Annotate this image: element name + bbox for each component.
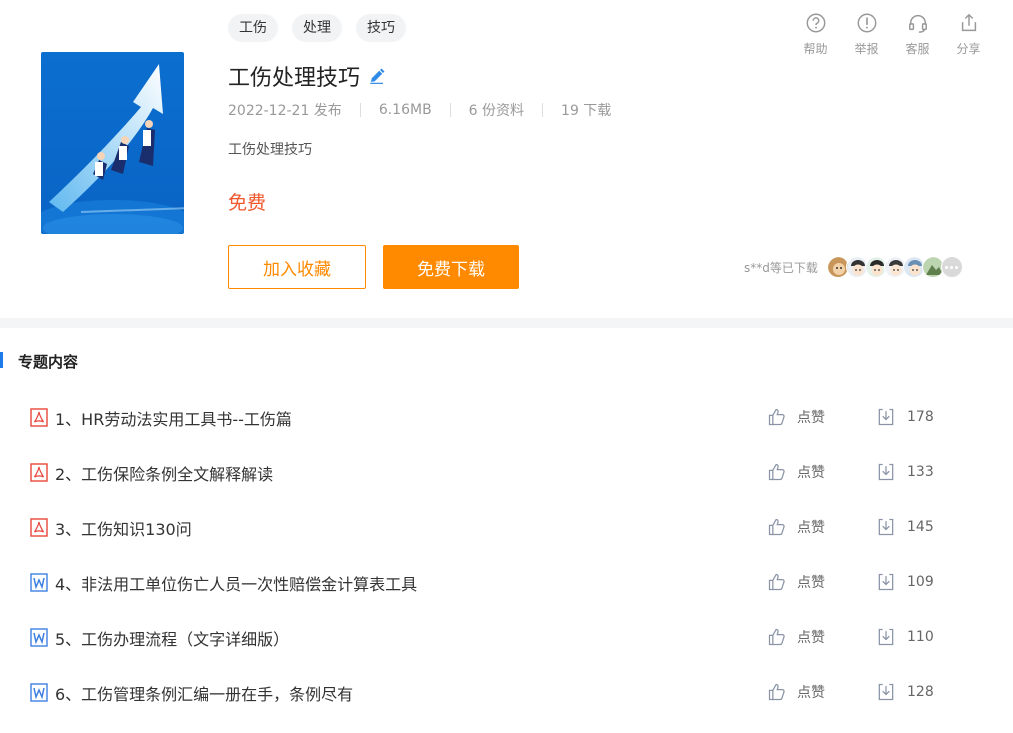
report-icon xyxy=(857,13,876,33)
section-accent-bar xyxy=(0,352,3,368)
like-label: 点赞 xyxy=(797,520,825,536)
tag-item[interactable]: 技巧 xyxy=(356,14,406,42)
share-button[interactable]: 分享 xyxy=(943,12,994,57)
pdf-file-icon xyxy=(30,463,48,482)
item-download-count: 109 xyxy=(907,574,934,590)
report-label: 举报 xyxy=(854,42,879,56)
price-label: 免费 xyxy=(228,192,267,214)
like-label: 点赞 xyxy=(797,685,825,701)
page-title-row: 工伤处理技巧 xyxy=(228,60,386,92)
download-icon xyxy=(878,463,894,481)
headset-icon xyxy=(908,15,927,33)
resource-meta: 2022-12-21 发布 6.16MB 6 份资料 19 下载 xyxy=(228,100,611,120)
download-item-button[interactable]: 145 xyxy=(876,517,934,537)
item-download-count: 178 xyxy=(907,409,934,425)
avatar-list xyxy=(826,256,963,278)
item-download-count: 145 xyxy=(907,519,934,535)
share-icon xyxy=(961,13,976,32)
thumbs-up-icon xyxy=(768,408,785,426)
pdf-file-icon xyxy=(30,408,48,427)
download-item-button[interactable]: 133 xyxy=(876,462,934,482)
word-file-icon xyxy=(30,628,48,647)
resource-header: 工伤 处理 技巧 工伤处理技巧 2022-12-21 发布 6.16MB 6 份… xyxy=(0,0,1013,318)
topic-content-list: 1、HR劳动法实用工具书--工伤篇 点赞 178 2、工伤保险条例全文解释解读 xyxy=(0,390,1013,720)
list-item[interactable]: 2、工伤保险条例全文解释解读 点赞 133 xyxy=(0,445,1013,500)
meta-divider xyxy=(542,103,544,117)
download-icon xyxy=(878,628,894,646)
download-item-button[interactable]: 128 xyxy=(876,682,934,702)
like-label: 点赞 xyxy=(797,630,825,646)
list-item[interactable]: 6、工伤管理条例汇编一册在手，条例尽有 点赞 128 xyxy=(0,665,1013,720)
item-name[interactable]: 6、工伤管理条例汇编一册在手，条例尽有 xyxy=(55,681,353,705)
report-button[interactable]: 举报 xyxy=(841,12,892,57)
like-label: 点赞 xyxy=(797,410,825,426)
help-label: 帮助 xyxy=(803,42,828,56)
customer-service-button[interactable]: 客服 xyxy=(892,12,943,57)
item-download-count: 128 xyxy=(907,684,934,700)
free-download-button[interactable]: 免费下载 xyxy=(383,245,519,289)
more-avatars-icon[interactable] xyxy=(940,256,963,278)
download-icon xyxy=(878,408,894,426)
item-name[interactable]: 3、工伤知识130问 xyxy=(55,516,192,540)
recent-downloaders: s**d等已下载 xyxy=(744,256,963,278)
like-button[interactable]: 点赞 xyxy=(767,627,825,647)
download-icon xyxy=(878,683,894,701)
tag-item[interactable]: 工伤 xyxy=(228,14,278,42)
download-item-button[interactable]: 178 xyxy=(876,407,934,427)
download-icon xyxy=(878,573,894,591)
help-button[interactable]: 帮助 xyxy=(790,12,841,57)
downloaded-by-text: s**d等已下载 xyxy=(744,260,818,275)
resource-description: 工伤处理技巧 xyxy=(228,142,312,158)
section-divider xyxy=(0,318,1013,328)
item-download-count: 110 xyxy=(907,629,934,645)
like-button[interactable]: 点赞 xyxy=(767,407,825,427)
item-name[interactable]: 5、工伤办理流程（文字详细版） xyxy=(55,626,289,650)
item-name[interactable]: 4、非法用工单位伤亡人员一次性赔偿金计算表工具 xyxy=(55,571,417,595)
thumbs-up-icon xyxy=(768,518,785,536)
word-file-icon xyxy=(30,573,48,592)
publish-date: 2022-12-21 发布 xyxy=(228,103,342,119)
thumbs-up-icon xyxy=(768,573,785,591)
thumbs-up-icon xyxy=(768,463,785,481)
item-download-count: 133 xyxy=(907,464,934,480)
edit-pencil-icon[interactable] xyxy=(368,67,386,85)
file-size: 6.16MB xyxy=(378,102,432,118)
like-button[interactable]: 点赞 xyxy=(767,682,825,702)
word-file-icon xyxy=(30,683,48,702)
list-item[interactable]: 4、非法用工单位伤亡人员一次性赔偿金计算表工具 点赞 109 xyxy=(0,555,1013,610)
like-label: 点赞 xyxy=(797,575,825,591)
cover-image xyxy=(41,52,184,234)
list-item[interactable]: 3、工伤知识130问 点赞 145 xyxy=(0,500,1013,555)
download-icon xyxy=(878,518,894,536)
item-name[interactable]: 2、工伤保险条例全文解释解读 xyxy=(55,461,273,485)
share-label: 分享 xyxy=(956,42,981,56)
header-actions: 帮助 举报 客服 分享 xyxy=(790,12,994,57)
list-item[interactable]: 1、HR劳动法实用工具书--工伤篇 点赞 178 xyxy=(0,390,1013,445)
meta-divider xyxy=(449,103,451,117)
download-item-button[interactable]: 110 xyxy=(876,627,934,647)
add-favorite-button[interactable]: 加入收藏 xyxy=(228,245,366,289)
tag-item[interactable]: 处理 xyxy=(292,14,342,42)
page-title: 工伤处理技巧 xyxy=(228,66,361,91)
customer-service-label: 客服 xyxy=(905,42,930,56)
material-count: 6 份资料 xyxy=(468,103,525,119)
thumbs-up-icon xyxy=(768,628,785,646)
like-label: 点赞 xyxy=(797,465,825,481)
help-icon xyxy=(806,13,825,33)
thumbs-up-icon xyxy=(768,683,785,701)
meta-divider xyxy=(359,103,361,117)
like-button[interactable]: 点赞 xyxy=(767,462,825,482)
section-title: 专题内容 xyxy=(18,353,79,371)
like-button[interactable]: 点赞 xyxy=(767,517,825,537)
list-item[interactable]: 5、工伤办理流程（文字详细版） 点赞 110 xyxy=(0,610,1013,665)
like-button[interactable]: 点赞 xyxy=(767,572,825,592)
pdf-file-icon xyxy=(30,518,48,537)
tag-list: 工伤 处理 技巧 xyxy=(228,14,406,42)
download-item-button[interactable]: 109 xyxy=(876,572,934,592)
item-name[interactable]: 1、HR劳动法实用工具书--工伤篇 xyxy=(55,406,292,430)
download-count: 19 下载 xyxy=(561,103,612,119)
